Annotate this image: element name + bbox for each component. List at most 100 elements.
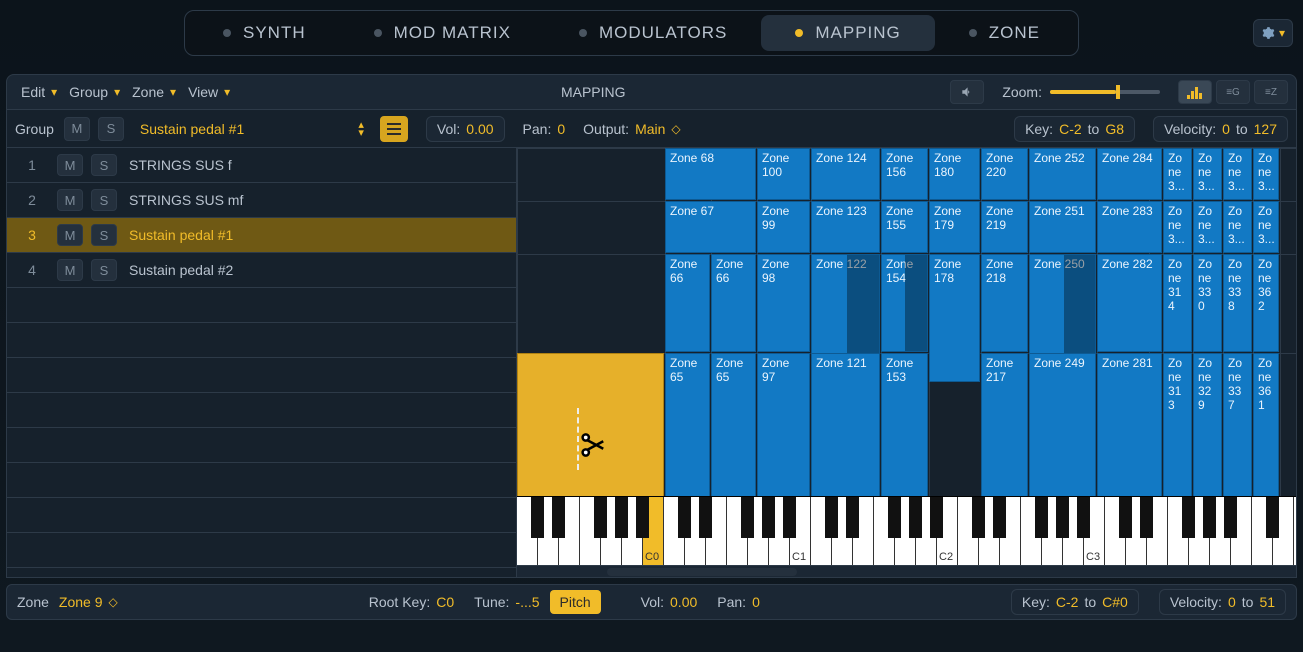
zone[interactable] xyxy=(517,353,664,496)
menu-view[interactable]: View▾ xyxy=(182,84,236,100)
group-velocity-range[interactable]: Velocity: 0 to 127 xyxy=(1153,116,1288,142)
zone[interactable]: Zo ne 3... xyxy=(1193,148,1222,200)
solo-button[interactable]: S xyxy=(91,259,117,281)
zone[interactable]: Zone 97 xyxy=(757,353,810,496)
zone[interactable]: Zo ne 36 1 xyxy=(1253,353,1279,496)
zone[interactable]: Zone 251 xyxy=(1029,201,1096,253)
zone-root-key[interactable]: Root Key: C0 xyxy=(369,594,454,610)
zone-tune[interactable]: Tune: -...5 xyxy=(474,594,539,610)
zone-key-range[interactable]: Key: C-2 to C#0 xyxy=(1011,589,1139,615)
black-key[interactable] xyxy=(1224,497,1237,538)
keyboard-scrollbar[interactable] xyxy=(517,565,1296,577)
black-key[interactable] xyxy=(888,497,901,538)
zone[interactable]: Zone 123 xyxy=(811,201,880,253)
black-key[interactable] xyxy=(594,497,607,538)
group-row[interactable]: 2MSSTRINGS SUS mf xyxy=(7,183,516,218)
tab-mod-matrix[interactable]: MOD MATRIX xyxy=(340,15,545,51)
mute-button[interactable]: M xyxy=(57,224,83,246)
zone-vol[interactable]: Vol: 0.00 xyxy=(641,594,698,610)
zone[interactable]: Zo ne 3... xyxy=(1193,201,1222,253)
group-list-button[interactable] xyxy=(380,116,408,142)
zone[interactable]: Zone 153 xyxy=(881,353,928,496)
black-key[interactable] xyxy=(783,497,796,538)
menu-group[interactable]: Group▾ xyxy=(63,84,126,100)
preview-audio-button[interactable] xyxy=(950,80,984,104)
zone[interactable]: Zo ne 3... xyxy=(1223,201,1252,253)
black-key[interactable] xyxy=(741,497,754,538)
zone[interactable]: Zone 217 xyxy=(981,353,1028,496)
group-key-range[interactable]: Key: C-2 to G8 xyxy=(1014,116,1135,142)
zone[interactable]: Zone 65 xyxy=(665,353,710,496)
zone-pan[interactable]: Pan: 0 xyxy=(717,594,760,610)
zone[interactable]: Zone 252 xyxy=(1029,148,1096,200)
black-key[interactable] xyxy=(825,497,838,538)
tab-mapping[interactable]: MAPPING xyxy=(761,15,934,51)
solo-button[interactable]: S xyxy=(91,189,117,211)
zone[interactable]: Zo ne 33 8 xyxy=(1223,254,1252,352)
black-key[interactable] xyxy=(699,497,712,538)
menu-edit[interactable]: Edit▾ xyxy=(15,84,63,100)
zone-select[interactable]: Zone 9 ◇ xyxy=(59,594,118,610)
black-key[interactable] xyxy=(1035,497,1048,538)
black-key[interactable] xyxy=(930,497,943,538)
zone[interactable]: Zone 218 xyxy=(981,254,1028,352)
zone[interactable]: Zo ne 3... xyxy=(1163,148,1192,200)
group-select[interactable]: Sustain pedal #1 ▴▾ xyxy=(132,116,372,142)
zone[interactable]: Zo ne 31 3 xyxy=(1163,353,1192,496)
zone[interactable]: Zone 154 xyxy=(881,254,928,352)
view-mode-keymap[interactable] xyxy=(1178,80,1212,104)
zone[interactable]: Zone 156 xyxy=(881,148,928,200)
zone[interactable]: Zone 67 xyxy=(665,201,756,253)
zone[interactable]: Zone 219 xyxy=(981,201,1028,253)
keyboard[interactable]: C0C1C2C3 xyxy=(517,496,1296,565)
zone[interactable]: Zone 283 xyxy=(1097,201,1162,253)
group-row[interactable]: 3MSSustain pedal #1 xyxy=(7,218,516,253)
tab-zone[interactable]: ZONE xyxy=(935,15,1074,51)
zone[interactable]: Zo ne 3... xyxy=(1253,201,1279,253)
solo-button[interactable]: S xyxy=(91,154,117,176)
black-key[interactable] xyxy=(972,497,985,538)
black-key[interactable] xyxy=(552,497,565,538)
zone[interactable]: Zo ne 33 0 xyxy=(1193,254,1222,352)
group-mute-button[interactable]: M xyxy=(64,117,90,141)
black-key[interactable] xyxy=(762,497,775,538)
solo-button[interactable]: S xyxy=(91,224,117,246)
group-row[interactable]: 4MSSustain pedal #2 xyxy=(7,253,516,288)
black-key[interactable] xyxy=(1182,497,1195,538)
view-mode-group[interactable]: ≡G xyxy=(1216,80,1250,104)
black-key[interactable] xyxy=(1266,497,1279,538)
group-solo-button[interactable]: S xyxy=(98,117,124,141)
group-row[interactable]: 1MSSTRINGS SUS f xyxy=(7,148,516,183)
black-key[interactable] xyxy=(531,497,544,538)
black-key[interactable] xyxy=(636,497,649,538)
zone[interactable]: Zone 66 xyxy=(665,254,710,352)
zone[interactable]: Zone 179 xyxy=(929,201,980,253)
black-key[interactable] xyxy=(678,497,691,538)
zone[interactable]: Zone 282 xyxy=(1097,254,1162,352)
zone-grid[interactable]: Zone 68Zone 100Zone 124Zone 156Zone 180Z… xyxy=(517,148,1296,496)
zone[interactable]: Zone 155 xyxy=(881,201,928,253)
view-mode-zone[interactable]: ≡Z xyxy=(1254,80,1288,104)
zone[interactable]: Zo ne 32 9 xyxy=(1193,353,1222,496)
zone[interactable]: Zone 124 xyxy=(811,148,880,200)
mute-button[interactable]: M xyxy=(57,189,83,211)
zone[interactable]: Zone 180 xyxy=(929,148,980,200)
zoom-slider[interactable] xyxy=(1050,90,1160,94)
zone[interactable]: Zo ne 31 4 xyxy=(1163,254,1192,352)
group-pan[interactable]: Pan: 0 xyxy=(523,121,566,137)
zone[interactable]: Zone 284 xyxy=(1097,148,1162,200)
zone-velocity-range[interactable]: Velocity: 0 to 51 xyxy=(1159,589,1286,615)
tab-synth[interactable]: SYNTH xyxy=(189,15,340,51)
zone[interactable]: Zone 68 xyxy=(665,148,756,200)
black-key[interactable] xyxy=(1119,497,1132,538)
zone[interactable]: Zone 99 xyxy=(757,201,810,253)
tab-modulators[interactable]: MODULATORS xyxy=(545,15,761,51)
black-key[interactable] xyxy=(909,497,922,538)
mute-button[interactable]: M xyxy=(57,259,83,281)
menu-zone[interactable]: Zone▾ xyxy=(126,84,182,100)
black-key[interactable] xyxy=(1077,497,1090,538)
black-key[interactable] xyxy=(615,497,628,538)
zone[interactable]: Zone 66 xyxy=(711,254,756,352)
zone[interactable]: Zone 220 xyxy=(981,148,1028,200)
black-key[interactable] xyxy=(1056,497,1069,538)
